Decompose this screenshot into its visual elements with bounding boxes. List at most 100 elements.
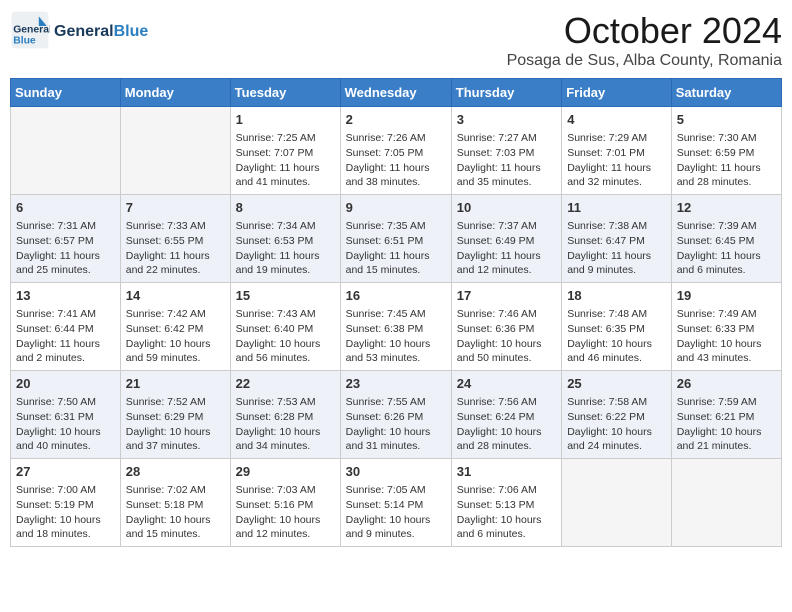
calendar-week-row: 6 Sunrise: 7:31 AM Sunset: 6:57 PM Daylight… [11, 195, 782, 283]
daylight: Daylight: 10 hours and 59 minutes. [126, 338, 211, 365]
sunset: Sunset: 6:55 PM [126, 235, 204, 247]
sunset: Sunset: 6:42 PM [126, 323, 204, 335]
daylight: Daylight: 10 hours and 9 minutes. [346, 514, 431, 541]
daylight: Daylight: 10 hours and 28 minutes. [457, 426, 542, 453]
daylight: Daylight: 10 hours and 50 minutes. [457, 338, 542, 365]
col-friday: Friday [562, 79, 672, 107]
day-number: 23 [346, 375, 446, 393]
day-number: 26 [677, 375, 776, 393]
calendar-day: 21Sunrise: 7:52 AMSunset: 6:29 PMDayligh… [120, 371, 230, 459]
sunrise: Sunrise: 7:26 AM [346, 132, 426, 144]
daylight: Daylight: 11 hours and 28 minutes. [677, 162, 761, 189]
sunrise: Sunrise: 7:38 AM [567, 220, 647, 232]
daylight: Daylight: 11 hours and 32 minutes. [567, 162, 651, 189]
calendar-day: 13Sunrise: 7:41 AMSunset: 6:44 PMDayligh… [11, 283, 121, 371]
calendar-day: 17Sunrise: 7:46 AMSunset: 6:36 PMDayligh… [451, 283, 561, 371]
sunset: Sunset: 7:07 PM [236, 147, 314, 159]
daylight: Daylight: 10 hours and 43 minutes. [677, 338, 762, 365]
sunset: Sunset: 6:22 PM [567, 411, 645, 423]
sunrise: Sunrise: 7:39 AM [677, 220, 757, 232]
daylight: Daylight: 11 hours and 9 minutes. [567, 250, 651, 277]
calendar-day: 8Sunrise: 7:34 AMSunset: 6:53 PMDaylight… [230, 195, 340, 283]
daylight: Daylight: 11 hours and 2 minutes. [16, 338, 100, 365]
day-number: 18 [567, 287, 666, 305]
calendar-day: 2Sunrise: 7:26 AMSunset: 7:05 PMDaylight… [340, 107, 451, 195]
calendar-day: 18Sunrise: 7:48 AMSunset: 6:35 PMDayligh… [562, 283, 672, 371]
day-number: 21 [126, 375, 225, 393]
col-tuesday: Tuesday [230, 79, 340, 107]
sunset: Sunset: 6:53 PM [236, 235, 314, 247]
sunrise: Sunrise: 7:31 AM [16, 220, 96, 232]
daylight: Daylight: 10 hours and 40 minutes. [16, 426, 101, 453]
sunrise: Sunrise: 7:50 AM [16, 396, 96, 408]
daylight: Daylight: 10 hours and 34 minutes. [236, 426, 321, 453]
daylight: Daylight: 11 hours and 25 minutes. [16, 250, 100, 277]
daylight: Daylight: 11 hours and 22 minutes. [126, 250, 210, 277]
sunset: Sunset: 5:13 PM [457, 499, 535, 511]
day-number: 22 [236, 375, 335, 393]
sunrise: Sunrise: 7:06 AM [457, 484, 537, 496]
day-number: 10 [457, 199, 556, 217]
calendar-week-row: 27Sunrise: 7:00 AMSunset: 5:19 PMDayligh… [11, 459, 782, 547]
sunset: Sunset: 5:14 PM [346, 499, 424, 511]
sunset: Sunset: 7:03 PM [457, 147, 535, 159]
day-number: 24 [457, 375, 556, 393]
sunset: Sunset: 6:59 PM [677, 147, 755, 159]
sunset: Sunset: 6:38 PM [346, 323, 424, 335]
sunrise: Sunrise: 7:58 AM [567, 396, 647, 408]
calendar-day: 9Sunrise: 7:35 AMSunset: 6:51 PMDaylight… [340, 195, 451, 283]
sunset: Sunset: 6:31 PM [16, 411, 94, 423]
calendar-day: 31 Sunrise: 7:06 AM Sunset: 5:13 PM Dayligh… [451, 459, 561, 547]
col-thursday: Thursday [451, 79, 561, 107]
sunrise: Sunrise: 7:35 AM [346, 220, 426, 232]
daylight: Daylight: 10 hours and 6 minutes. [457, 514, 542, 541]
calendar-header-row: Sunday Monday Tuesday Wednesday Thursday… [11, 79, 782, 107]
day-number: 25 [567, 375, 666, 393]
daylight: Daylight: 10 hours and 15 minutes. [126, 514, 211, 541]
calendar-day: 14Sunrise: 7:42 AMSunset: 6:42 PMDayligh… [120, 283, 230, 371]
calendar-week-row: 1Sunrise: 7:25 AMSunset: 7:07 PMDaylight… [11, 107, 782, 195]
day-number: 31 [457, 463, 556, 481]
calendar-day: 23Sunrise: 7:55 AMSunset: 6:26 PMDayligh… [340, 371, 451, 459]
sunrise: Sunrise: 7:25 AM [236, 132, 316, 144]
calendar-day: 3Sunrise: 7:27 AMSunset: 7:03 PMDaylight… [451, 107, 561, 195]
logo: General Blue GeneralBlue [10, 10, 148, 50]
sunrise: Sunrise: 7:56 AM [457, 396, 537, 408]
month-title: October 2024 [507, 10, 782, 52]
sunset: Sunset: 6:28 PM [236, 411, 314, 423]
daylight: Daylight: 10 hours and 37 minutes. [126, 426, 211, 453]
sunset: Sunset: 6:36 PM [457, 323, 535, 335]
calendar-day [671, 459, 781, 547]
sunset: Sunset: 6:57 PM [16, 235, 94, 247]
sunrise: Sunrise: 7:02 AM [126, 484, 206, 496]
daylight: Daylight: 10 hours and 46 minutes. [567, 338, 652, 365]
day-number: 4 [567, 111, 666, 129]
sunset: Sunset: 6:51 PM [346, 235, 424, 247]
calendar-table: Sunday Monday Tuesday Wednesday Thursday… [10, 78, 782, 547]
day-number: 29 [236, 463, 335, 481]
sunset: Sunset: 6:33 PM [677, 323, 755, 335]
day-number: 17 [457, 287, 556, 305]
location: Posaga de Sus, Alba County, Romania [507, 52, 782, 70]
day-number: 8 [236, 199, 335, 217]
svg-text:General: General [13, 24, 50, 35]
calendar-day: 28Sunrise: 7:02 AMSunset: 5:18 PMDayligh… [120, 459, 230, 547]
day-number: 6 [16, 199, 115, 217]
calendar-day: 27Sunrise: 7:00 AMSunset: 5:19 PMDayligh… [11, 459, 121, 547]
calendar-week-row: 20Sunrise: 7:50 AMSunset: 6:31 PMDayligh… [11, 371, 782, 459]
daylight: Daylight: 10 hours and 56 minutes. [236, 338, 321, 365]
daylight: Daylight: 10 hours and 31 minutes. [346, 426, 431, 453]
sunrise: Sunrise: 7:00 AM [16, 484, 96, 496]
calendar-day: 15Sunrise: 7:43 AMSunset: 6:40 PMDayligh… [230, 283, 340, 371]
calendar-day [562, 459, 672, 547]
daylight: Daylight: 11 hours and 6 minutes. [677, 250, 761, 277]
sunrise: Sunrise: 7:43 AM [236, 308, 316, 320]
daylight: Daylight: 11 hours and 12 minutes. [457, 250, 541, 277]
day-number: 27 [16, 463, 115, 481]
daylight: Daylight: 10 hours and 18 minutes. [16, 514, 101, 541]
logo-blue: Blue [114, 23, 149, 40]
daylight: Daylight: 10 hours and 53 minutes. [346, 338, 431, 365]
page-header: General Blue GeneralBlue October 2024 Po… [10, 10, 782, 70]
sunrise: Sunrise: 7:48 AM [567, 308, 647, 320]
sunset: Sunset: 6:47 PM [567, 235, 645, 247]
